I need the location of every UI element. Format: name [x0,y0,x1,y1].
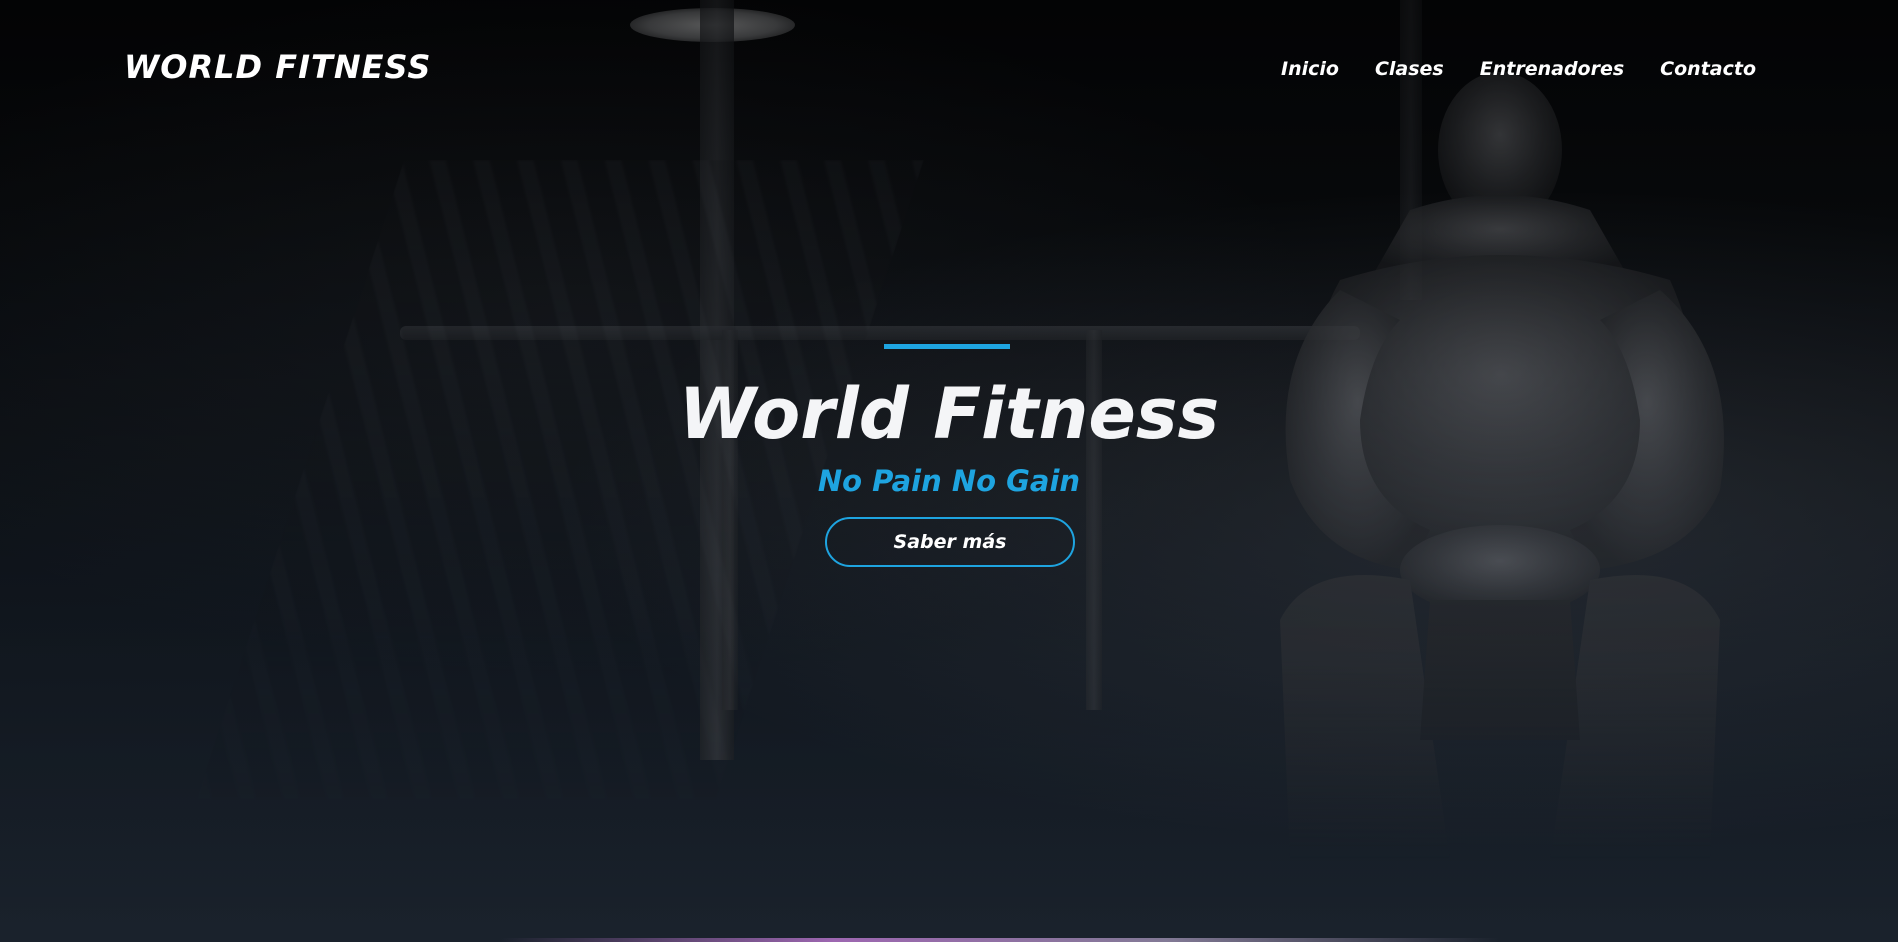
bottom-edge-strip [500,938,1500,942]
gym-rail [400,326,1360,340]
athlete-silhouette [1280,72,1724,860]
ceiling-light [630,8,795,42]
gym-pole [1400,0,1422,300]
brand-logo[interactable]: WORLD FITNESS [124,48,431,86]
hero-title: World Fitness [678,373,1220,455]
hero-section: WORLD FITNESS Inicio Clases Entrenadores… [0,0,1898,942]
nav-link-entrenadores[interactable]: Entrenadores [1480,58,1624,80]
hero-subtitle: No Pain No Gain [817,464,1081,498]
nav-link-contacto[interactable]: Contacto [1660,58,1756,80]
nav-link-inicio[interactable]: Inicio [1281,58,1339,80]
title-accent-line [884,344,1010,349]
main-nav: Inicio Clases Entrenadores Contacto [1281,58,1756,80]
nav-link-clases[interactable]: Clases [1375,58,1444,80]
saber-mas-button[interactable]: Saber más [825,517,1075,567]
